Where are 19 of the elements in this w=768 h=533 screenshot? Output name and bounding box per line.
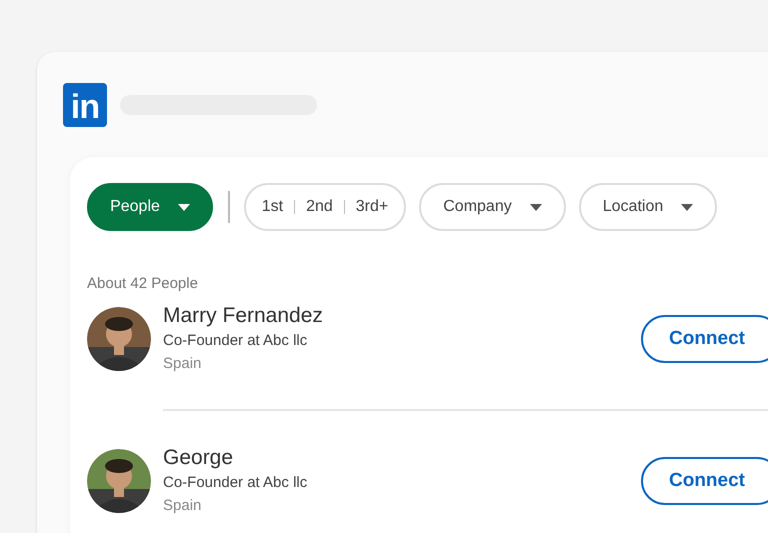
caret-icon (681, 204, 694, 210)
caret-icon (178, 204, 190, 210)
person-location: Spain (163, 496, 202, 516)
result-count: About 42 People (87, 274, 199, 293)
person-headline: Co-Founder at Abc llc (163, 331, 308, 351)
filter-dropdown[interactable]: Company (419, 183, 566, 231)
degree-option[interactable]: 3rd+ (356, 195, 388, 219)
connect-button[interactable]: Connect (641, 315, 768, 363)
filter-dropdown[interactable]: Location (579, 183, 717, 231)
degree-option[interactable]: 2nd (306, 195, 333, 219)
caret-icon (530, 204, 542, 210)
filter-dropdown[interactable]: People (87, 183, 213, 231)
person-headline: Co-Founder at Abc llc (163, 473, 308, 493)
person-name: Marry Fernandez (163, 303, 324, 329)
person-name: George (163, 445, 234, 471)
connect-button[interactable]: Connect (641, 457, 768, 505)
logo: in (63, 82, 107, 126)
degree-option[interactable]: 1st (262, 195, 284, 219)
person-location: Spain (163, 354, 202, 374)
